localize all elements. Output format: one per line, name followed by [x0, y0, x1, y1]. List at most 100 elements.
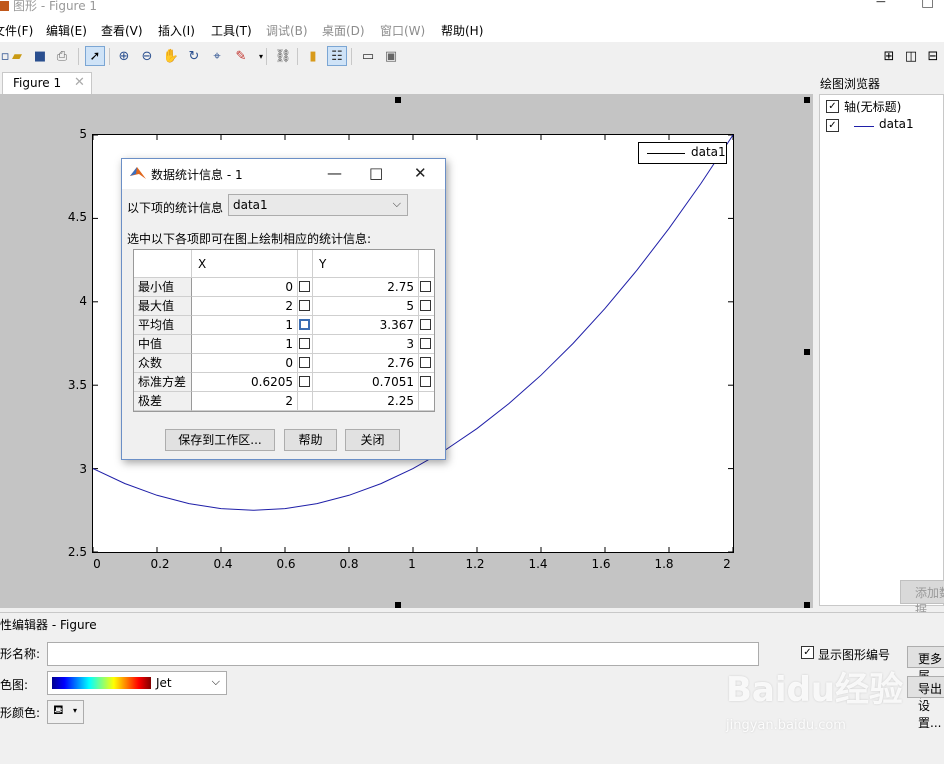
zoom-in-icon[interactable]: ⊕ [115, 47, 133, 65]
colormap-select[interactable]: Jet ⌵ [47, 671, 227, 695]
plot-y-stat-checkbox[interactable] [420, 319, 431, 330]
save-icon[interactable]: ■ [31, 47, 49, 65]
plot-browser-panel: 绘图浏览器 ✓ 轴(无标题) ✓ data1 [816, 72, 944, 610]
y-tick-label: 4.5 [67, 210, 87, 224]
window-titlebar: 图形 - Figure 1 − □ [0, 0, 944, 18]
paint-bucket-icon: ⛾ [53, 703, 64, 718]
data1-visibility-checkbox[interactable]: ✓ [826, 119, 839, 132]
menu-tools[interactable]: 工具(T) [211, 22, 252, 39]
data-cursor-icon[interactable]: ⌖ [208, 47, 226, 65]
selection-handle[interactable] [395, 602, 401, 608]
table-row-header: 众数 [134, 354, 192, 373]
x-tick-label: 0 [93, 557, 101, 571]
dialog-hint: 选中以下各项即可在图上绘制相应的统计信息: [127, 232, 372, 246]
open-icon[interactable]: ▰ [8, 47, 26, 65]
x-tick-label: 1.6 [591, 557, 611, 571]
minimize-icon[interactable]: − [875, 0, 887, 10]
maximize-icon[interactable]: □ [921, 0, 934, 10]
save-to-workspace-button[interactable]: 保存到工作区... [165, 429, 275, 451]
print-icon[interactable]: ⎙ [53, 47, 71, 65]
table-row-header: 最大值 [134, 297, 192, 316]
matlab-figure-icon [0, 1, 9, 11]
colormap-value: Jet [156, 676, 172, 690]
data-statistics-dialog: 数据统计信息 - 1 — □ ✕ 以下项的统计信息 data1 ⌵ 选中以下各项… [121, 158, 446, 460]
link-plot-icon[interactable]: ⛓ [274, 47, 292, 65]
rotate-3d-icon[interactable]: ↻ [185, 47, 203, 65]
legend-icon[interactable]: ☷ [327, 46, 347, 66]
plot-x-stat-checkbox[interactable] [299, 357, 310, 368]
x-plot-checkbox-cell [298, 278, 313, 297]
tab-figure-1[interactable]: Figure 1 ✕ [2, 72, 92, 95]
table-row-header: 极差 [134, 392, 192, 411]
brush-icon[interactable]: ✎ [232, 47, 250, 65]
source-select[interactable]: data1 ⌵ [228, 194, 408, 216]
figure-name-input[interactable] [47, 642, 759, 666]
plot-x-stat-checkbox[interactable] [299, 376, 310, 387]
column-header-x: X [192, 250, 298, 278]
plot-x-stat-checkbox[interactable] [299, 319, 310, 330]
x-plot-checkbox-cell [298, 316, 313, 335]
menu-desktop[interactable]: 桌面(D) [322, 22, 365, 39]
x-plot-checkbox-cell [298, 373, 313, 392]
plot-browser-item-data1[interactable]: data1 [879, 117, 914, 131]
plot-x-stat-checkbox[interactable] [299, 338, 310, 349]
selection-handle[interactable] [804, 349, 810, 355]
plot-x-stat-checkbox[interactable] [299, 281, 310, 292]
dialog-minimize-icon[interactable]: — [327, 164, 342, 182]
selection-handle[interactable] [804, 602, 810, 608]
menu-file[interactable]: 文件(F) [0, 22, 33, 39]
brush-dropdown-icon[interactable]: ▾ [252, 47, 270, 65]
pan-hand-icon[interactable]: ✋ [162, 47, 180, 65]
menu-window[interactable]: 窗口(W) [380, 22, 425, 39]
x-tick-label: 0.4 [213, 557, 233, 571]
property-editor-title: 属性编辑器 - Figure [0, 618, 97, 632]
figure-toolbar: ▫ ▰ ■ ⎙ ➚ ⊕ ⊖ ✋ ↻ ⌖ ✎ ▾ ⛓ ▮ ☷ ▭ ▣ ⊞ ◫ ⊟ [0, 42, 944, 73]
plot-browser-item-axes[interactable]: 轴(无标题) [844, 98, 901, 115]
table-cell-y: 5 [313, 297, 419, 316]
x-tick-label: 0.2 [150, 557, 170, 571]
x-plot-checkbox-cell [298, 297, 313, 316]
tile-rows-icon[interactable]: ⊟ [924, 47, 942, 65]
add-data-button[interactable]: 添加数据 [900, 580, 944, 617]
tile-grid-icon[interactable]: ⊞ [880, 47, 898, 65]
dialog-close-icon[interactable]: ✕ [414, 164, 427, 182]
menu-debug[interactable]: 调试(B) [266, 22, 308, 39]
menu-bar: 文件(F) 编辑(E) 查看(V) 插入(I) 工具(T) 调试(B) 桌面(D… [0, 18, 944, 42]
table-cell-x: 0 [192, 354, 298, 373]
plot-y-stat-checkbox[interactable] [420, 338, 431, 349]
figure-color-button[interactable]: ⛾ ▾ [47, 700, 84, 724]
plot-y-stat-checkbox[interactable] [420, 357, 431, 368]
plot-y-stat-checkbox[interactable] [420, 281, 431, 292]
close-tab-icon[interactable]: ✕ [74, 75, 85, 90]
plot-y-stat-checkbox[interactable] [420, 300, 431, 311]
y-tick-label: 3 [79, 462, 87, 476]
x-plot-checkbox-cell [298, 354, 313, 373]
menu-view[interactable]: 查看(V) [101, 22, 143, 39]
colorbar-icon[interactable]: ▮ [304, 47, 322, 65]
dialog-titlebar: 数据统计信息 - 1 — □ ✕ [122, 159, 445, 189]
menu-insert[interactable]: 插入(I) [158, 22, 195, 39]
show-plot-tools-icon[interactable]: ▣ [382, 47, 400, 65]
zoom-out-icon[interactable]: ⊖ [138, 47, 156, 65]
dialog-maximize-icon[interactable]: □ [369, 164, 383, 182]
show-figure-number-checkbox[interactable]: ✓ [801, 646, 814, 659]
menu-help[interactable]: 帮助(H) [441, 22, 483, 39]
x-tick-label: 1.4 [528, 557, 548, 571]
menu-edit[interactable]: 编辑(E) [46, 22, 87, 39]
table-cell-x: 2 [192, 392, 298, 411]
x-tick-label: 1.8 [654, 557, 674, 571]
table-cell-y: 2.25 [313, 392, 419, 411]
close-button[interactable]: 关闭 [345, 429, 400, 451]
table-cell-y: 3 [313, 335, 419, 354]
hide-plot-tools-icon[interactable]: ▭ [359, 47, 377, 65]
axes-visibility-checkbox[interactable]: ✓ [826, 100, 839, 113]
table-cell-y: 3.367 [313, 316, 419, 335]
plot-x-stat-checkbox[interactable] [299, 300, 310, 311]
tile-columns-icon[interactable]: ◫ [902, 47, 920, 65]
plot-y-stat-checkbox[interactable] [420, 376, 431, 387]
help-button[interactable]: 帮助 [284, 429, 337, 451]
plot-legend[interactable]: data1 [638, 142, 727, 164]
selection-handle[interactable] [395, 97, 401, 103]
selection-handle[interactable] [804, 97, 810, 103]
edit-plot-arrow-icon[interactable]: ➚ [85, 46, 105, 66]
